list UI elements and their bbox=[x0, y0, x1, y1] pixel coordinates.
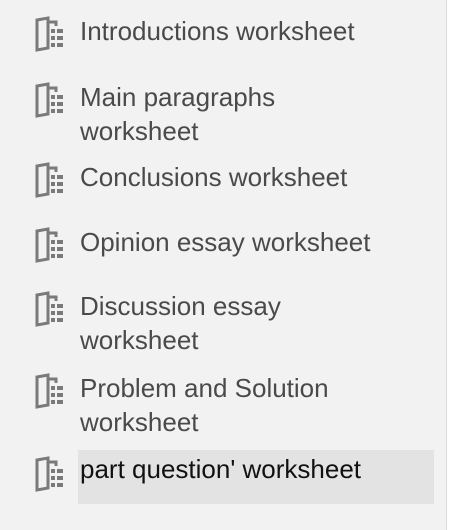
list-item-label: Main paragraphs worksheet bbox=[80, 82, 276, 146]
list-item-label: Discussion essay worksheet bbox=[80, 291, 281, 355]
list-item-label: Problem and Solution worksheet bbox=[80, 373, 329, 437]
list-item-label: part question' worksheet bbox=[78, 450, 434, 504]
worksheet-icon bbox=[34, 16, 66, 52]
list-item-label: Introductions worksheet bbox=[80, 16, 355, 46]
worksheet-icon bbox=[34, 82, 66, 118]
list-item-label: Opinion essay worksheet bbox=[80, 227, 371, 257]
worksheet-icon bbox=[34, 291, 66, 327]
worksheet-icon bbox=[34, 227, 66, 263]
worksheet-icon bbox=[34, 373, 66, 409]
scrollbar-track[interactable] bbox=[446, 0, 470, 530]
list-item-label: Conclusions worksheet bbox=[80, 162, 348, 192]
worksheet-icon bbox=[34, 162, 66, 198]
worksheet-icon bbox=[34, 456, 66, 492]
worksheet-list-panel: Introductions worksheet Main paragraphs … bbox=[0, 0, 446, 530]
